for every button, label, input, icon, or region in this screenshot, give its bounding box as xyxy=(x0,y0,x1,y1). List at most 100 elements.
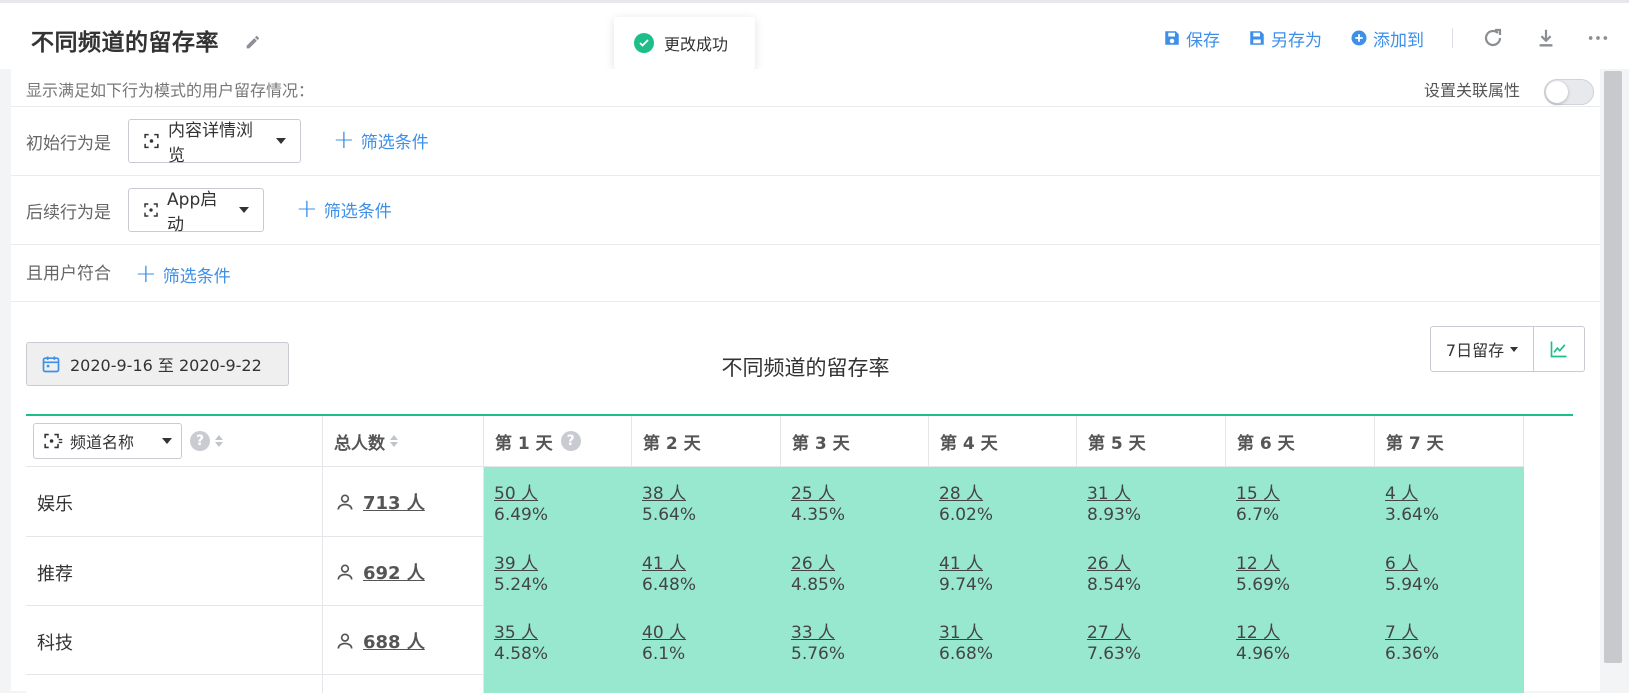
day-header-label: 第 4 天 xyxy=(940,433,998,454)
add-to-label: 添加到 xyxy=(1373,30,1424,51)
retention-cell: 38 人 5.64% xyxy=(632,467,781,537)
table-row-name-cell: 推荐 xyxy=(26,537,323,606)
initial-behavior-select[interactable]: 内容详情浏览 xyxy=(128,119,301,166)
retained-users-link[interactable]: 26 人 xyxy=(791,549,835,574)
retained-users-link[interactable]: 39 人 xyxy=(494,549,538,574)
retention-cell: 12 人 5.69% xyxy=(1226,537,1375,606)
retained-users-link[interactable]: 40 人 xyxy=(642,618,686,643)
retained-users-link[interactable]: 38 人 xyxy=(642,479,686,504)
sort-icon[interactable] xyxy=(215,435,223,447)
user-add-filter-button[interactable]: + 筛选条件 xyxy=(135,261,231,287)
table-row-partial xyxy=(323,675,484,693)
initial-behavior-label: 初始行为是 xyxy=(26,134,111,154)
retention-rate: 6.7% xyxy=(1236,505,1280,525)
sort-icon[interactable] xyxy=(390,435,398,447)
report-panel: 显示满足如下行为模式的用户留存情况： 设置关联属性 初始行为是 内容详情浏览 +… xyxy=(11,69,1600,693)
followup-behavior-value: App启动 xyxy=(167,190,218,235)
retention-cell: 33 人 5.76% xyxy=(781,606,929,675)
day-header-label: 第 5 天 xyxy=(1088,433,1146,454)
table-row-name-cell: 科技 xyxy=(26,606,323,675)
save-button[interactable]: 保存 xyxy=(1163,26,1220,51)
retention-rate: 3.64% xyxy=(1385,505,1440,525)
add-to-button[interactable]: 添加到 xyxy=(1350,26,1424,51)
retention-rate: 5.94% xyxy=(1385,575,1440,595)
followup-behavior-select[interactable]: App启动 xyxy=(128,188,264,235)
dimension-icon xyxy=(44,433,63,449)
day-header-label: 第 2 天 xyxy=(643,433,701,454)
caret-down-icon xyxy=(239,207,249,213)
retention-cell: 31 人 6.68% xyxy=(929,606,1077,675)
retained-users-link[interactable]: 41 人 xyxy=(642,549,686,574)
save-as-label: 另存为 xyxy=(1271,30,1322,51)
retention-cell: 40 人 6.1% xyxy=(632,606,781,675)
day-header-label: 第 3 天 xyxy=(792,433,850,454)
total-users: 688 人 xyxy=(335,628,425,654)
help-icon[interactable]: ? xyxy=(560,431,581,451)
initial-behavior-row: 初始行为是 内容详情浏览 + 筛选条件 xyxy=(11,107,1600,176)
scrollbar-thumb[interactable] xyxy=(1604,71,1622,663)
assoc-attr-toggle[interactable] xyxy=(1544,79,1594,105)
toggle-knob xyxy=(1546,81,1568,103)
followup-add-filter-button[interactable]: + 筛选条件 xyxy=(296,196,392,222)
filter-description: 显示满足如下行为模式的用户留存情况： xyxy=(26,81,315,100)
caret-down-icon xyxy=(276,138,286,144)
chart-view-button[interactable] xyxy=(1534,327,1584,371)
retained-users-link[interactable]: 27 人 xyxy=(1087,618,1131,643)
retention-cell: 41 人 9.74% xyxy=(929,537,1077,606)
save-as-button[interactable]: 另存为 xyxy=(1248,26,1322,51)
description-row: 显示满足如下行为模式的用户留存情况： 设置关联属性 xyxy=(11,69,1600,107)
caret-down-icon xyxy=(1510,346,1519,352)
retained-users-link[interactable]: 41 人 xyxy=(939,549,983,574)
user-condition-label: 且用户符合 xyxy=(26,264,111,284)
retention-rate: 6.36% xyxy=(1385,644,1440,664)
retained-users-link[interactable]: 12 人 xyxy=(1236,549,1280,574)
retention-rate: 9.74% xyxy=(939,575,994,595)
retained-users-link[interactable]: 15 人 xyxy=(1236,479,1280,504)
day-6-header: 第 6 天 xyxy=(1226,416,1375,467)
retained-users-link[interactable]: 50 人 xyxy=(494,479,538,504)
followup-behavior-row: 后续行为是 App启动 + 筛选条件 xyxy=(11,176,1600,245)
edit-title-icon[interactable] xyxy=(243,30,265,52)
retained-users-link[interactable]: 26 人 xyxy=(1087,549,1131,574)
retention-rate: 6.68% xyxy=(939,644,994,664)
retained-users-link[interactable]: 31 人 xyxy=(1087,479,1131,504)
retained-users-link[interactable]: 12 人 xyxy=(1236,618,1280,643)
total-users-link[interactable]: 688 人 xyxy=(363,628,425,654)
retained-users-link[interactable]: 28 人 xyxy=(939,479,983,504)
retained-users-link[interactable]: 35 人 xyxy=(494,618,538,643)
retention-period-select[interactable]: 7日留存 xyxy=(1431,327,1534,371)
retained-users-link[interactable]: 25 人 xyxy=(791,479,835,504)
retention-rate: 4.35% xyxy=(791,505,846,525)
total-users-link[interactable]: 713 人 xyxy=(363,489,425,515)
download-button[interactable] xyxy=(1535,27,1557,49)
group-by-select[interactable]: 频道名称 xyxy=(33,423,182,459)
toolbar-divider xyxy=(1452,28,1453,48)
retention-cell: 28 人 6.02% xyxy=(929,467,1077,537)
retention-rate: 8.93% xyxy=(1087,505,1142,525)
retained-users-link[interactable]: 6 人 xyxy=(1385,549,1418,574)
event-icon xyxy=(144,203,158,217)
retained-users-link[interactable]: 7 人 xyxy=(1385,618,1418,643)
retained-users-link[interactable]: 33 人 xyxy=(791,618,835,643)
retention-cell: 4 人 3.64% xyxy=(1375,467,1524,537)
retention-cell: 27 人 7.63% xyxy=(1077,606,1226,675)
refresh-button[interactable] xyxy=(1481,26,1505,50)
line-chart-icon xyxy=(1550,341,1567,358)
table-row-total-cell: 713 人 xyxy=(323,467,484,537)
total-users-link[interactable]: 692 人 xyxy=(363,559,425,585)
user-icon xyxy=(337,564,353,580)
help-icon[interactable]: ? xyxy=(190,431,210,451)
retained-users-link[interactable]: 31 人 xyxy=(939,618,983,643)
retained-users-link[interactable]: 4 人 xyxy=(1385,479,1418,504)
retention-table: 频道名称 ? 总人数 第 1 天? 第 2 天 第 3 天 第 4 天 第 5 天 第 6… xyxy=(26,414,1573,693)
success-check-icon xyxy=(634,33,654,53)
total-column-header[interactable]: 总人数 xyxy=(323,416,484,467)
initial-add-filter-button[interactable]: + 筛选条件 xyxy=(333,127,429,153)
channel-name: 娱乐 xyxy=(37,494,73,515)
retention-rate: 6.48% xyxy=(642,575,697,595)
table-row-name-cell: 娱乐 xyxy=(26,467,323,537)
more-button[interactable] xyxy=(1587,27,1609,49)
assoc-attr-label: 设置关联属性 xyxy=(1424,81,1521,100)
success-toast: 更改成功 xyxy=(614,17,755,69)
total-users: 692 人 xyxy=(335,559,425,585)
